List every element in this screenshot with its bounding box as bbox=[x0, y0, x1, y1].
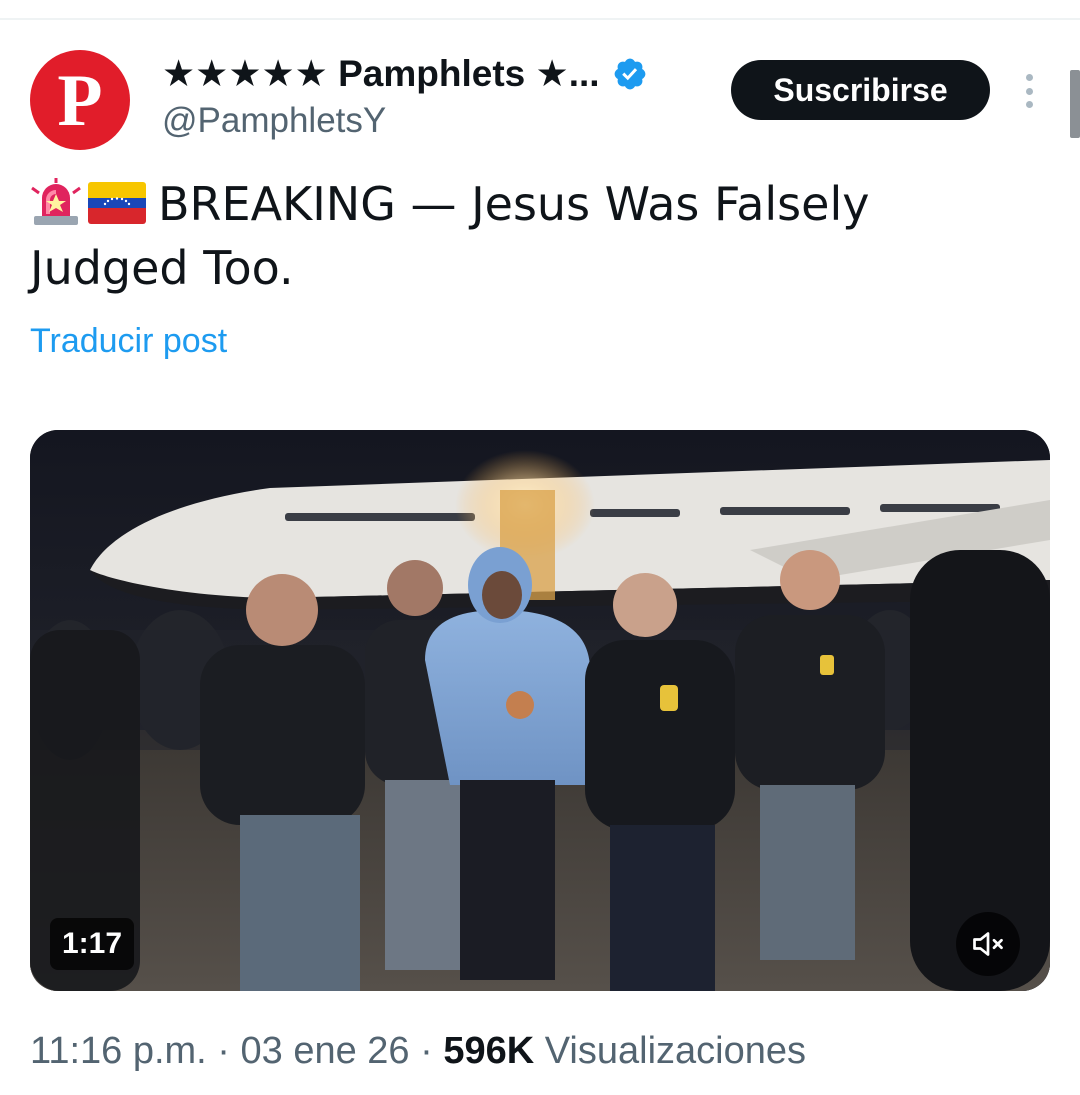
author-handle[interactable]: @PamphletsY bbox=[162, 100, 386, 142]
venezuela-flag-emoji-icon bbox=[88, 182, 146, 224]
verified-badge-icon bbox=[614, 58, 645, 90]
volume-muted-icon bbox=[973, 932, 1003, 956]
avatar-logo-letter: P bbox=[57, 60, 103, 142]
meta-separator: · bbox=[420, 1030, 433, 1072]
tweet-time[interactable]: 11:16 p.m. bbox=[30, 1030, 207, 1072]
top-divider bbox=[0, 18, 1080, 20]
scrollbar[interactable] bbox=[1070, 70, 1080, 138]
video-player[interactable]: 1:17 bbox=[30, 430, 1050, 991]
tweet-meta: 11:16 p.m. · 03 ene 26 · 596K Visualizac… bbox=[30, 1026, 806, 1076]
avatar[interactable]: P bbox=[30, 50, 130, 150]
tweet-text: BREAKING — Jesus Was Falsely Judged Too. bbox=[30, 172, 1040, 300]
author-display-name[interactable]: ★★★★★ Pamphlets ★... bbox=[162, 52, 600, 96]
video-frame bbox=[30, 430, 1050, 991]
siren-emoji-icon bbox=[31, 178, 81, 225]
views-label: Visualizaciones bbox=[544, 1030, 806, 1072]
more-options-icon[interactable] bbox=[1014, 70, 1044, 112]
subscribe-button[interactable]: Suscribirse bbox=[731, 60, 990, 120]
views-count: 596K bbox=[443, 1030, 535, 1072]
translate-post-link[interactable]: Traducir post bbox=[30, 318, 227, 364]
mute-toggle-button[interactable] bbox=[956, 912, 1020, 976]
author-name-row[interactable]: ★★★★★ Pamphlets ★... bbox=[162, 52, 648, 96]
tweet-date[interactable]: 03 ene 26 bbox=[241, 1030, 410, 1072]
video-duration-badge: 1:17 bbox=[50, 918, 135, 970]
tweet-body-text: BREAKING — Jesus Was Falsely Judged Too. bbox=[30, 177, 870, 295]
meta-separator: · bbox=[217, 1030, 230, 1072]
